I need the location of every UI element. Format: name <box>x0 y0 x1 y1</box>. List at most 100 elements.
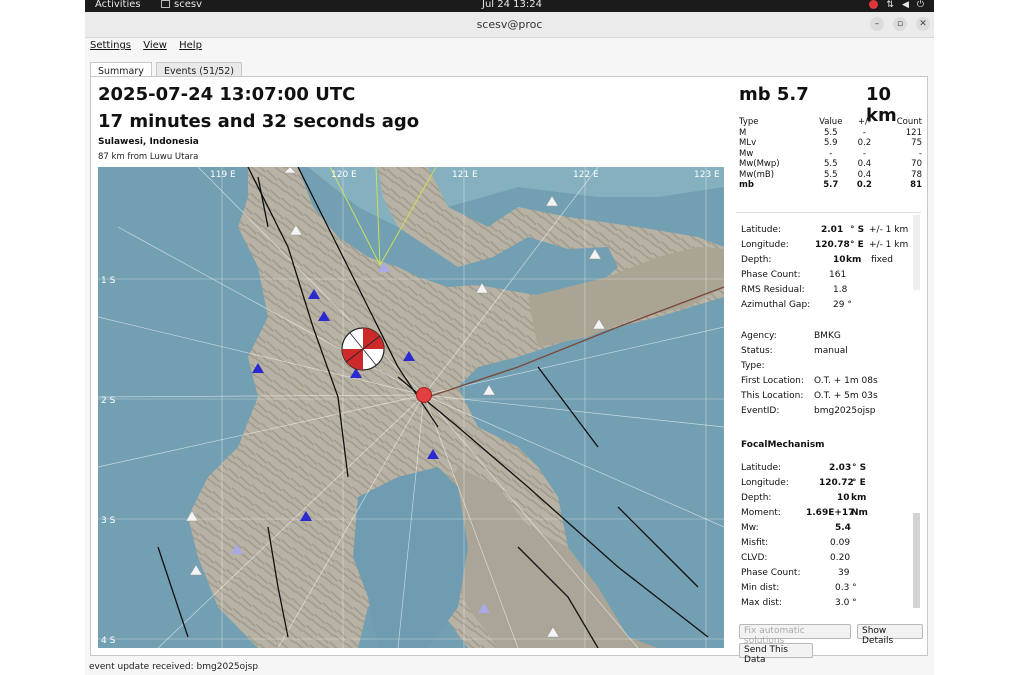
mag-value: 5.7 <box>823 180 839 190</box>
focal-mechanism-beachball[interactable] <box>341 327 385 371</box>
label: RMS Residual: <box>741 285 805 295</box>
label: Depth: <box>741 255 772 265</box>
value: 2.03 <box>829 463 852 473</box>
details-scroll-area[interactable]: Latitude: 2.01 ° S +/- 1 km Longitude: 120.7… <box>736 212 921 614</box>
power-icon: ⏻ <box>916 0 924 10</box>
lat-label: 1 S <box>101 276 116 286</box>
maximize-button[interactable]: ▫ <box>893 17 907 31</box>
menu-bar: Settings View Help <box>85 38 934 55</box>
value: 120.78 <box>815 240 850 250</box>
col-value: Value <box>819 117 843 127</box>
mag-error: - <box>862 148 866 159</box>
magnitude-row[interactable]: Mw(Mwp) 5.5 0.4 70 <box>739 159 922 170</box>
magnitude-row[interactable]: Mw - - - <box>739 149 922 160</box>
lon-label: 120 E <box>331 170 357 180</box>
mag-error: - <box>862 127 866 138</box>
scrollbar-thumb[interactable] <box>913 513 920 608</box>
mag-count: 121 <box>905 127 922 138</box>
network-icon: ⇅ <box>886 0 894 10</box>
unit: km <box>846 255 862 265</box>
minimize-button[interactable]: – <box>870 17 884 31</box>
magnitude-row-preferred[interactable]: mb 5.7 0.2 81 <box>739 180 922 191</box>
value: 0.3 ° <box>835 583 857 593</box>
value: 5.4 <box>835 523 851 533</box>
label: Status: <box>741 346 773 356</box>
mag-type: Mw(mB) <box>739 169 775 180</box>
lat-label: 3 S <box>101 516 116 526</box>
volume-icon: ◀ <box>901 0 909 10</box>
status-bar-message: event update received: bmg2025ojsp <box>89 662 259 672</box>
mag-error: 0.2 <box>857 138 872 148</box>
mag-error: 0.4 <box>857 159 872 169</box>
fix-automatic-solutions-button[interactable]: Fix automatic solutions <box>739 624 851 646</box>
epicenter-marker[interactable] <box>416 387 432 403</box>
value: 2.01 <box>821 225 844 235</box>
magnitude-row[interactable]: MLv 5.9 0.2 75 <box>739 138 922 149</box>
app-name: scesv <box>174 0 202 10</box>
mag-value: - <box>829 148 833 159</box>
value: 10 <box>837 493 850 503</box>
region-name: Sulawesi, Indonesia <box>98 137 199 147</box>
mag-type: MLv <box>739 138 757 148</box>
value: manual <box>814 346 848 356</box>
system-tray[interactable]: ⇅ ◀ ⏻ <box>861 0 924 10</box>
value: 39 <box>838 568 850 578</box>
label: Longitude: <box>741 240 789 250</box>
focal-mechanism-title: FocalMechanism <box>741 440 825 450</box>
label: Moment: <box>741 508 781 518</box>
magnitude-row[interactable]: Mw(mB) 5.5 0.4 78 <box>739 170 922 181</box>
label: Phase Count: <box>741 568 801 578</box>
scrollbar-track[interactable] <box>913 215 920 290</box>
mag-error: 0.4 <box>857 169 872 180</box>
col-error: +/- <box>857 117 871 127</box>
magnitude-table-header: Type Value +/- Count <box>739 117 922 128</box>
value: bmg2025ojsp <box>814 406 876 416</box>
menu-help[interactable]: Help <box>179 40 202 51</box>
label: Mw: <box>741 523 759 533</box>
label: Type: <box>741 361 765 371</box>
magnitude-table: Type Value +/- Count M 5.5-121 MLv 5.9 0.2 7… <box>739 117 922 191</box>
unit: ° E <box>852 478 866 488</box>
event-map[interactable]: 119 E 120 E 121 E 122 E 123 E 1 S 2 S 3 … <box>98 167 724 648</box>
value: O.T. + 5m 03s <box>814 391 878 401</box>
label: First Location: <box>741 376 804 386</box>
label: Misfit: <box>741 538 769 548</box>
mag-type: mb <box>739 180 754 190</box>
app-indicator[interactable]: scesv <box>161 0 202 10</box>
mag-value: 5.5 <box>823 127 838 138</box>
uncertainty: +/- 1 km <box>869 240 909 250</box>
lat-label: 2 S <box>101 396 116 406</box>
clock[interactable]: Jul 24 13:24 <box>482 0 542 10</box>
send-this-data-button[interactable]: Send This Data <box>739 643 813 665</box>
mag-count: 78 <box>911 169 922 180</box>
show-details-button[interactable]: Show Details <box>857 624 923 646</box>
label: EventID: <box>741 406 780 416</box>
mag-count: - <box>918 148 922 159</box>
label: CLVD: <box>741 553 768 563</box>
origin-time: 2025-07-24 13:07:00 UTC <box>98 84 356 105</box>
value: 0.09 <box>830 538 851 548</box>
mag-value: 5.9 <box>823 138 838 148</box>
preferred-magnitude: mb 5.7 <box>739 84 809 105</box>
label: Longitude: <box>741 478 789 488</box>
label: Latitude: <box>741 463 782 473</box>
label: Min dist: <box>741 583 780 593</box>
value: 120.72 <box>819 478 854 488</box>
label: Latitude: <box>741 225 782 235</box>
value: 29 ° <box>833 300 852 310</box>
magnitude-row[interactable]: M 5.5 - 121 <box>739 128 922 139</box>
mag-error: 0.2 <box>856 180 872 190</box>
unit: Nm <box>851 508 868 518</box>
unit: ° E <box>850 240 864 250</box>
lon-label: 119 E <box>210 170 236 180</box>
col-count: Count <box>896 117 922 127</box>
menu-view[interactable]: View <box>143 40 167 51</box>
mag-type: Mw <box>739 148 754 159</box>
activities-button[interactable]: Activities <box>95 0 141 10</box>
window-title: scesv@proc <box>476 18 543 31</box>
time-ago: 17 minutes and 32 seconds ago <box>98 111 420 132</box>
menu-settings[interactable]: Settings <box>90 40 131 51</box>
close-button[interactable]: ✕ <box>916 17 930 31</box>
system-top-bar: Activities scesv Jul 24 13:24 ⇅ ◀ ⏻ <box>85 0 934 12</box>
value: 161 <box>829 270 847 280</box>
